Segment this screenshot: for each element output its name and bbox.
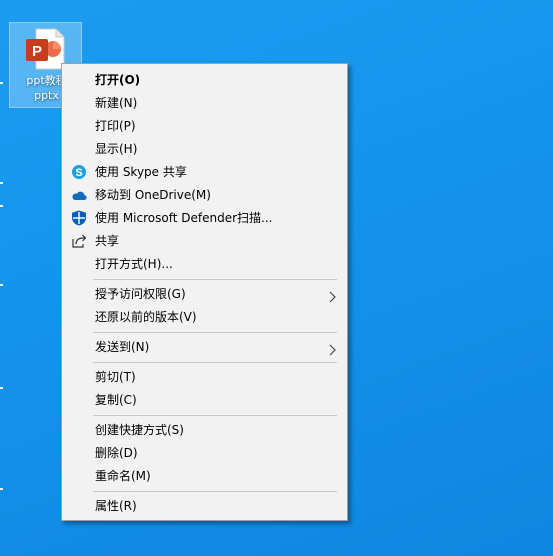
menu-item-label: 重命名(M) bbox=[95, 469, 151, 483]
defender-shield-icon bbox=[71, 210, 87, 226]
menu-item-rename[interactable]: 重命名(M) bbox=[64, 465, 345, 487]
menu-item-label: 删除(D) bbox=[95, 446, 138, 460]
menu-item-show[interactable]: 显示(H) bbox=[64, 138, 345, 160]
menu-item-label: 使用 Microsoft Defender扫描... bbox=[95, 211, 273, 225]
menu-item-label: 新建(N) bbox=[95, 96, 138, 110]
onedrive-cloud-icon bbox=[71, 187, 87, 203]
menu-item-label: 还原以前的版本(V) bbox=[95, 310, 197, 324]
menu-item-share[interactable]: 共享 bbox=[64, 230, 345, 252]
menu-item-print[interactable]: 打印(P) bbox=[64, 115, 345, 137]
menu-item-send-to[interactable]: 发送到(N) bbox=[64, 336, 345, 358]
menu-item-move-to-onedrive[interactable]: 移动到 OneDrive(M) bbox=[64, 184, 345, 206]
menu-item-create-shortcut[interactable]: 创建快捷方式(S) bbox=[64, 419, 345, 441]
desktop-edge-fragment bbox=[0, 182, 3, 184]
menu-item-delete[interactable]: 删除(D) bbox=[64, 442, 345, 464]
menu-separator bbox=[93, 279, 337, 280]
menu-item-label: 剪切(T) bbox=[95, 370, 136, 384]
menu-separator bbox=[93, 362, 337, 363]
desktop-edge-fragment bbox=[0, 387, 3, 389]
menu-item-label: 创建快捷方式(S) bbox=[95, 423, 184, 437]
menu-item-open-with[interactable]: 打开方式(H)... bbox=[64, 253, 345, 275]
menu-item-label: 授予访问权限(G) bbox=[95, 287, 186, 301]
menu-item-label: 属性(R) bbox=[95, 499, 137, 513]
menu-item-label: 使用 Skype 共享 bbox=[95, 165, 187, 179]
menu-item-properties[interactable]: 属性(R) bbox=[64, 495, 345, 517]
chevron-right-icon bbox=[327, 341, 337, 356]
menu-separator bbox=[93, 415, 337, 416]
menu-item-give-access[interactable]: 授予访问权限(G) bbox=[64, 283, 345, 305]
menu-item-cut[interactable]: 剪切(T) bbox=[64, 366, 345, 388]
desktop-edge-fragment bbox=[0, 82, 3, 84]
menu-item-label: 复制(C) bbox=[95, 393, 137, 407]
chevron-right-icon bbox=[327, 288, 337, 303]
menu-item-new[interactable]: 新建(N) bbox=[64, 92, 345, 114]
menu-item-skype-share[interactable]: S 使用 Skype 共享 bbox=[64, 161, 345, 183]
menu-item-open[interactable]: 打开(O) bbox=[64, 69, 345, 91]
context-menu: 打开(O) 新建(N) 打印(P) 显示(H) S 使用 Skype 共享 移动… bbox=[61, 63, 348, 521]
menu-item-label: 移动到 OneDrive(M) bbox=[95, 188, 211, 202]
desktop-edge-fragment bbox=[0, 205, 3, 207]
menu-separator bbox=[93, 491, 337, 492]
desktop-edge-fragment bbox=[0, 488, 3, 490]
svg-text:S: S bbox=[75, 167, 82, 179]
menu-item-label: 显示(H) bbox=[95, 142, 138, 156]
menu-separator bbox=[93, 332, 337, 333]
menu-item-label: 打开(O) bbox=[95, 73, 141, 87]
skype-icon: S bbox=[71, 164, 87, 180]
svg-text:P: P bbox=[32, 43, 42, 60]
menu-item-label: 打开方式(H)... bbox=[95, 257, 173, 271]
menu-item-label: 发送到(N) bbox=[95, 340, 150, 354]
menu-item-restore-previous-versions[interactable]: 还原以前的版本(V) bbox=[64, 306, 345, 328]
menu-item-copy[interactable]: 复制(C) bbox=[64, 389, 345, 411]
desktop-edge-fragment bbox=[0, 284, 3, 286]
menu-item-label: 打印(P) bbox=[95, 119, 136, 133]
menu-item-defender-scan[interactable]: 使用 Microsoft Defender扫描... bbox=[64, 207, 345, 229]
menu-item-label: 共享 bbox=[95, 234, 120, 248]
share-icon bbox=[71, 233, 87, 249]
